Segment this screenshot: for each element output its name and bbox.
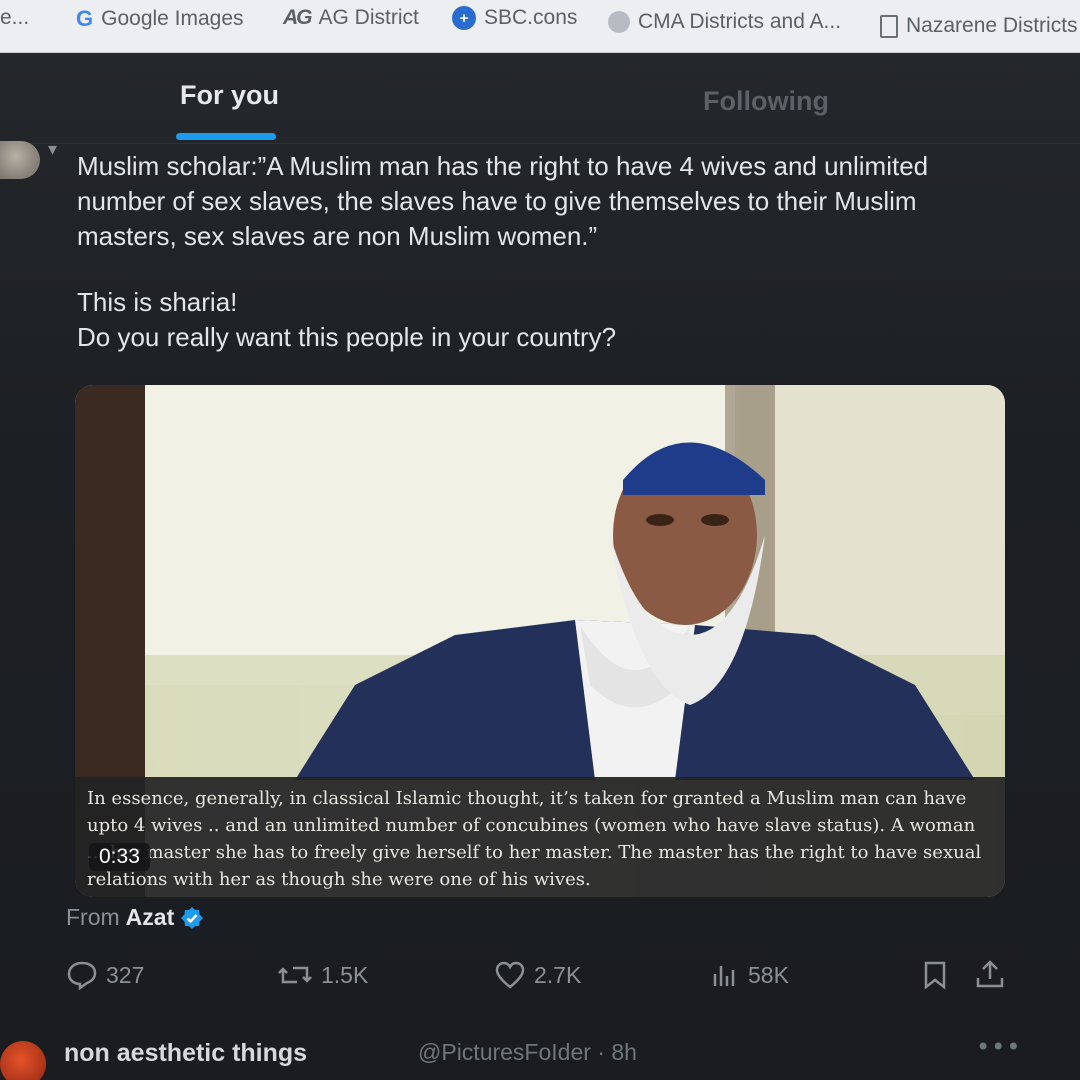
video-caption: In essence, generally, in classical Isla… xyxy=(75,777,1005,897)
analytics-icon xyxy=(713,966,735,986)
bookmark-google-images[interactable]: G Google Images xyxy=(76,6,244,32)
bookmark-button[interactable] xyxy=(922,960,956,990)
video-player[interactable]: In essence, generally, in classical Isla… xyxy=(75,385,1005,897)
globe-icon xyxy=(608,11,630,33)
bookmark-label: SBC.cons xyxy=(484,6,578,29)
more-icon: ▾ xyxy=(48,139,58,160)
next-tweet-handle[interactable]: @PicturesFoIder · 8h xyxy=(418,1039,637,1066)
next-tweet-author-name[interactable]: non aesthetic things xyxy=(64,1039,307,1068)
views-button[interactable]: 58K xyxy=(710,960,789,990)
author-avatar[interactable] xyxy=(0,141,40,179)
bookmark-label: Google Images xyxy=(101,7,244,30)
bookmark-icon xyxy=(924,961,946,990)
active-tab-indicator xyxy=(176,133,276,140)
verified-badge-icon xyxy=(180,906,204,930)
timeline-tabs: For you Following xyxy=(0,53,1080,145)
tab-for-you[interactable]: For you xyxy=(180,80,279,111)
repost-count: 1.5K xyxy=(321,961,369,988)
tweet-actions: 327 1.5K 2.7K 58K xyxy=(0,955,1080,999)
tab-following[interactable]: Following xyxy=(703,86,829,117)
tweet-paragraph: This is sharia! xyxy=(77,287,238,317)
bookmark-cma-districts[interactable]: CMA Districts and A... xyxy=(608,10,841,34)
heart-icon xyxy=(495,961,525,989)
from-label: From xyxy=(66,904,120,930)
bookmark-sbc[interactable]: + SBC.cons xyxy=(452,6,577,30)
repost-button[interactable]: 1.5K xyxy=(277,960,368,990)
video-timestamp: 0:33 xyxy=(89,843,150,871)
reply-button[interactable]: 327 xyxy=(66,960,144,990)
like-button[interactable]: 2.7K xyxy=(494,960,581,990)
bookmark-ag-district[interactable]: AG AG District xyxy=(283,6,419,30)
like-count: 2.7K xyxy=(534,961,582,988)
bookmark-label: CMA Districts and A... xyxy=(638,10,842,33)
google-icon: G xyxy=(76,6,94,31)
next-tweet-header: non aesthetic things @PicturesFoIder · 8… xyxy=(0,1033,1080,1080)
more-options-icon[interactable]: ••• xyxy=(976,1033,1021,1061)
tweet-paragraph: Muslim scholar:”A Muslim man has the rig… xyxy=(77,151,929,251)
tabs-divider xyxy=(0,143,1080,144)
next-tweet-avatar[interactable] xyxy=(0,1041,46,1080)
tweet-text: Muslim scholar:”A Muslim man has the rig… xyxy=(77,149,1017,355)
bookmark-nazarene-districts[interactable]: Nazarene Districts xyxy=(880,14,1078,38)
document-icon xyxy=(880,14,898,38)
reply-icon xyxy=(67,961,97,990)
bookmark-label: Nazarene Districts xyxy=(906,14,1078,37)
reply-count: 327 xyxy=(106,961,145,988)
bookmarks-bar: e... G Google Images AG AG District + SB… xyxy=(0,0,1080,53)
ag-logo-icon: AG xyxy=(283,6,312,29)
view-count: 58K xyxy=(748,961,789,988)
share-icon xyxy=(976,960,1004,988)
timeline: For you Following ▾ Muslim scholar:”A Mu… xyxy=(0,53,1080,1080)
source-name[interactable]: Azat xyxy=(126,904,175,931)
source-attribution: From Azat xyxy=(66,904,204,931)
bookmark-label: AG District xyxy=(318,6,419,29)
repost-icon xyxy=(278,966,312,984)
bookmark-label: e... xyxy=(0,6,30,29)
bookmark-truncated[interactable]: e... xyxy=(0,6,29,30)
share-button[interactable] xyxy=(974,958,1014,990)
tweet-paragraph: Do you really want this people in your c… xyxy=(77,322,617,352)
sbc-icon: + xyxy=(452,6,476,30)
